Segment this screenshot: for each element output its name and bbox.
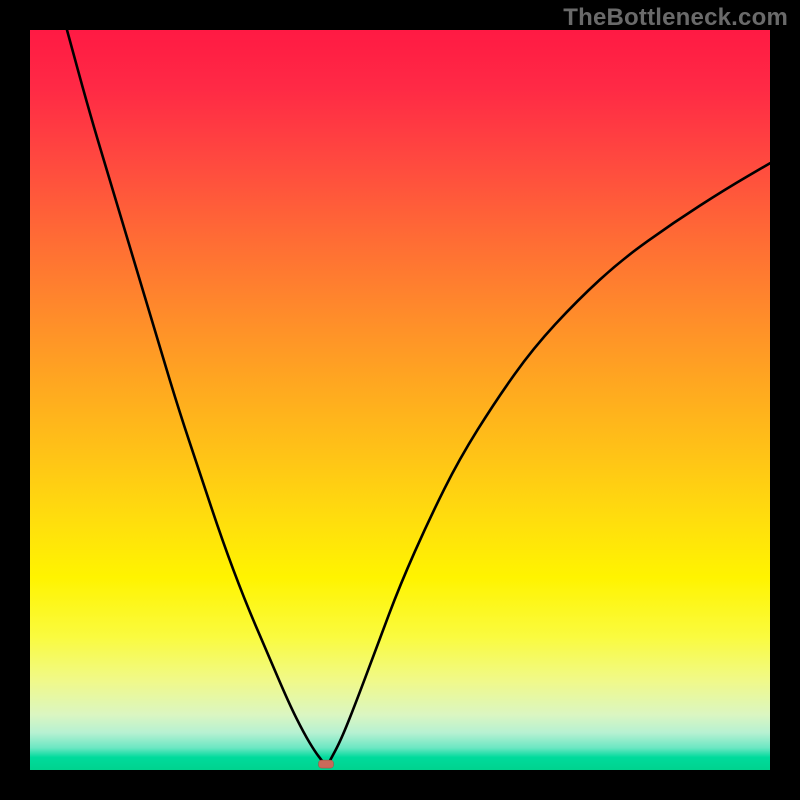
watermark-label: TheBottleneck.com [563, 4, 788, 32]
curve-left-branch [67, 30, 322, 761]
curve-svg [30, 30, 770, 770]
minimum-marker [319, 760, 334, 768]
chart-frame: TheBottleneck.com [0, 0, 800, 800]
plot-area [30, 30, 770, 770]
curve-right-branch [330, 163, 770, 761]
